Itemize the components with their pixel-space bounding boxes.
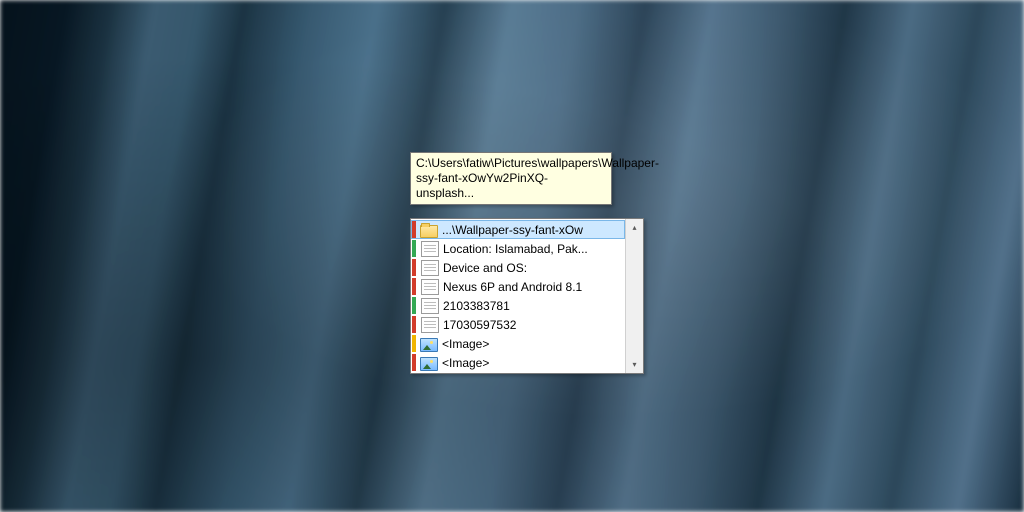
list-item-label: ...\Wallpaper-ssy-fant-xOw xyxy=(442,223,623,237)
folder-icon xyxy=(420,225,438,238)
document-icon xyxy=(421,298,439,314)
chevron-down-icon: ▾ xyxy=(632,360,636,369)
path-tooltip: C:\Users\fatiw\Pictures\wallpapers\Wallp… xyxy=(410,152,612,205)
clipboard-history-panel[interactable]: ...\Wallpaper-ssy-fant-xOw Location: Isla… xyxy=(410,218,644,374)
document-icon xyxy=(421,260,439,276)
list-item[interactable]: Location: Islamabad, Pak... xyxy=(411,239,625,258)
color-mark xyxy=(412,354,416,371)
chevron-up-icon: ▴ xyxy=(632,223,636,232)
clipboard-list: ...\Wallpaper-ssy-fant-xOw Location: Isla… xyxy=(411,219,625,373)
list-item[interactable]: 17030597532 xyxy=(411,315,625,334)
color-mark xyxy=(412,316,416,333)
list-item-label: Device and OS: xyxy=(443,261,623,275)
list-item[interactable]: Nexus 6P and Android 8.1 xyxy=(411,277,625,296)
color-mark xyxy=(412,221,416,238)
list-item[interactable]: <Image> xyxy=(411,353,625,372)
color-mark xyxy=(412,240,416,257)
document-icon xyxy=(421,241,439,257)
color-mark xyxy=(412,259,416,276)
list-item-label: <Image> xyxy=(442,337,623,351)
picture-icon xyxy=(420,357,438,371)
color-mark xyxy=(412,335,416,352)
list-item[interactable]: <Image> xyxy=(411,334,625,353)
list-item-label: Location: Islamabad, Pak... xyxy=(443,242,623,256)
list-item[interactable]: Device and OS: xyxy=(411,258,625,277)
document-icon xyxy=(421,279,439,295)
list-item[interactable]: 2103383781 xyxy=(411,296,625,315)
picture-icon xyxy=(420,338,438,352)
list-item-label: <Image> xyxy=(442,356,623,370)
color-mark xyxy=(412,278,416,295)
document-icon xyxy=(421,317,439,333)
scrollbar[interactable]: ▴ ▾ xyxy=(625,219,643,373)
list-item-label: 17030597532 xyxy=(443,318,623,332)
color-mark xyxy=(412,297,416,314)
scroll-down-button[interactable]: ▾ xyxy=(626,356,643,373)
list-item-label: 2103383781 xyxy=(443,299,623,313)
list-item[interactable]: ...\Wallpaper-ssy-fant-xOw xyxy=(411,220,625,239)
list-item-label: Nexus 6P and Android 8.1 xyxy=(443,280,623,294)
scroll-up-button[interactable]: ▴ xyxy=(626,219,643,236)
